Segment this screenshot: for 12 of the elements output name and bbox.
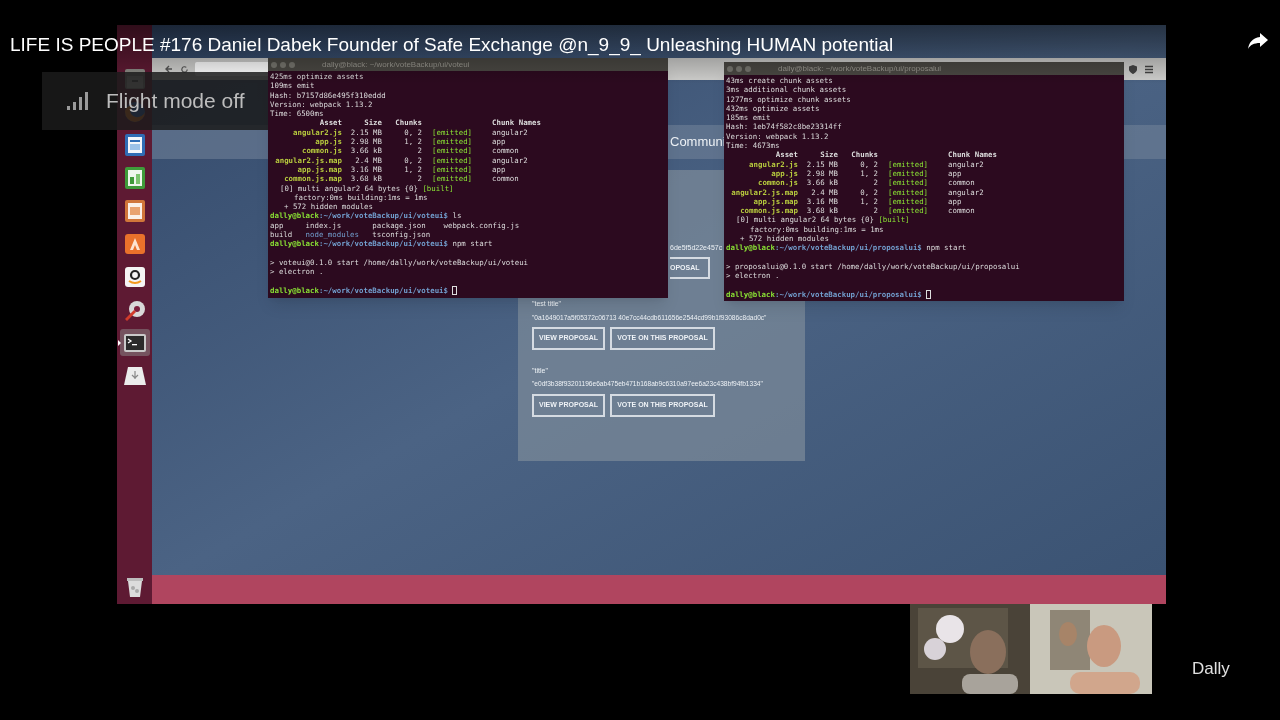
- video-title: LIFE IS PEOPLE #176 Daniel Dabek Founder of Safe Exchange @n_9_9_ Unleashing HUMAN potential: [10, 33, 894, 58]
- share-icon[interactable]: [1247, 32, 1269, 50]
- reload-icon[interactable]: [180, 64, 189, 74]
- menu-icon[interactable]: [1144, 64, 1154, 74]
- window-title: dally@black: ~/work/voteBackup/ui/proposalui: [778, 62, 942, 75]
- speaker-name: Dally: [1192, 658, 1230, 680]
- shield-icon[interactable]: [1128, 63, 1138, 75]
- signal-icon: [66, 91, 90, 111]
- toast-message: Flight mode off: [106, 88, 245, 115]
- launcher-item[interactable]: [119, 329, 150, 356]
- active-indicator: [117, 340, 121, 346]
- window-title: dally@black: ~/work/voteBackup/ui/voteui: [322, 58, 470, 71]
